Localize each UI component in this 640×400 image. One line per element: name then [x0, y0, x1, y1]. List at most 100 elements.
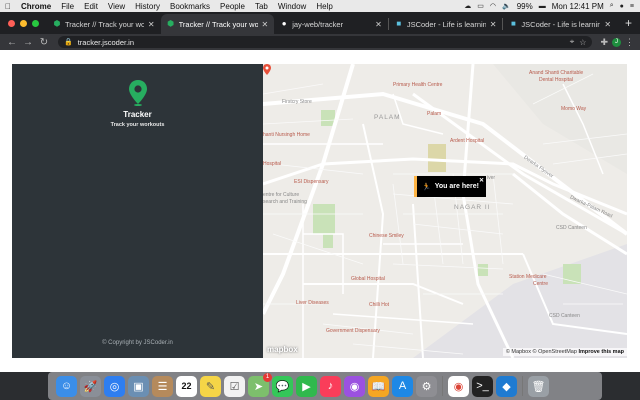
window-controls [0, 20, 47, 34]
menu-window[interactable]: Window [273, 2, 311, 11]
label-anand-shanti: Anand Shanti Charitable [529, 70, 584, 76]
close-tab-icon[interactable]: ✕ [148, 20, 155, 29]
close-tab-icon[interactable]: ✕ [490, 20, 497, 29]
tab-github[interactable]: ● jay-web/tracker ✕ [274, 14, 388, 34]
copyright-text: © Copyright by JSCoder.in [102, 340, 173, 346]
tab-jscoder-1[interactable]: ■ JSCoder - Life is learning ✕ [389, 14, 503, 34]
attribution-mapbox[interactable]: © Mapbox [506, 349, 531, 355]
launchpad-icon[interactable]: 🚀 [80, 375, 101, 397]
menu-kebab-icon[interactable]: ⋮ [625, 37, 634, 48]
runner-icon: 🏃 [422, 183, 431, 191]
lock-icon[interactable]: 🔒 [64, 38, 73, 46]
dock-separator [522, 376, 523, 396]
messages-icon[interactable]: 💬 [272, 375, 293, 397]
menu-view[interactable]: View [103, 2, 130, 11]
app-store-icon[interactable]: A [392, 375, 413, 397]
apple-menu-icon[interactable]:  [0, 2, 16, 11]
mapbox-logo[interactable]: mapbox [267, 345, 298, 354]
tab-strip: ⬢ Tracker // Track your workouts ✕ ⬢ Tra… [0, 12, 640, 34]
close-tab-icon[interactable]: ✕ [604, 20, 611, 29]
battery-level[interactable]: 99% [517, 2, 533, 11]
notes-icon[interactable]: ✎ [200, 375, 221, 397]
contacts-icon[interactable]: ☰ [152, 375, 173, 397]
podcasts-icon[interactable]: ◉ [344, 375, 365, 397]
dock-separator [442, 376, 443, 396]
battery-icon[interactable]: ▬ [539, 3, 546, 10]
back-button[interactable]: ← [6, 37, 18, 48]
label-nursing-home: hanti Nursingh Home [263, 132, 310, 138]
books-icon[interactable]: 📖 [368, 375, 389, 397]
label-hospital: Hospital [263, 161, 282, 167]
improve-map-link[interactable]: Improve this map [578, 349, 624, 355]
map-pin-icon: ⬢ [53, 19, 61, 28]
tab-jscoder-2[interactable]: ■ JSCoder - Life is learning ✕ [503, 14, 617, 34]
zoom-window-button[interactable] [32, 20, 39, 27]
web-page: Tracker Track your workouts © Copyright … [0, 50, 640, 372]
label-chilli-hot: Chilli Hot [369, 302, 390, 308]
chrome-icon[interactable]: ◉ [448, 375, 469, 397]
close-tab-icon[interactable]: ✕ [262, 20, 269, 29]
attribution-osm[interactable]: © OpenStreetMap [533, 349, 577, 355]
music-icon[interactable]: ♪ [320, 375, 341, 397]
label-chinese-smiley: Chinese Smiley [369, 233, 404, 239]
vscode-icon[interactable]: ◆ [496, 375, 517, 397]
label-firstcry-store: Firstcry Store [282, 99, 312, 105]
url-text[interactable]: tracker.jscoder.in [78, 38, 134, 47]
terminal-icon[interactable]: >_ [472, 375, 493, 397]
menu-bookmarks[interactable]: Bookmarks [165, 2, 215, 11]
map-attribution: © Mapbox © OpenStreetMap Improve this ma… [502, 348, 627, 356]
menu-edit[interactable]: Edit [79, 2, 103, 11]
trash-icon[interactable]: 🗑 [528, 375, 549, 397]
reminders-icon[interactable]: ☑ [224, 375, 245, 397]
label-river: iver [487, 175, 496, 181]
tab-tracker-2[interactable]: ⬢ Tracker // Track your workouts ✕ [160, 14, 275, 34]
github-icon: ● [281, 19, 287, 28]
system-preferences-icon[interactable]: ⚙ [416, 375, 437, 397]
search-icon[interactable]: ⌕ [610, 2, 614, 10]
popup-close-icon[interactable]: ✕ [479, 177, 484, 184]
maps-icon[interactable]: ➤ 1 [248, 372, 272, 397]
address-bar[interactable]: 🔒 tracker.jscoder.in ⌖ ☆ [58, 36, 593, 48]
menu-history[interactable]: History [130, 2, 165, 11]
safari-icon[interactable]: ◎ [104, 375, 125, 397]
cast-icon[interactable]: ▭ [477, 2, 484, 10]
menu-help[interactable]: Help [311, 2, 337, 11]
facetime-icon[interactable]: ▶ [296, 375, 317, 397]
forward-button[interactable]: → [22, 37, 34, 48]
wifi-icon[interactable]: ◠ [490, 2, 496, 10]
menu-file[interactable]: File [56, 2, 79, 11]
reload-button[interactable]: ↻ [38, 37, 50, 48]
new-tab-button[interactable]: + [617, 16, 640, 34]
close-tab-icon[interactable]: ✕ [375, 20, 382, 29]
clock[interactable]: Mon 12:41 PM [552, 2, 604, 11]
calendar-icon[interactable]: 22 [176, 375, 197, 397]
photos-preview-icon[interactable]: ▣ [128, 375, 149, 397]
menu-tab[interactable]: Tab [250, 2, 273, 11]
jscoder-icon: ■ [510, 19, 516, 28]
label-primary-health-centre: Primary Health Centre [393, 82, 443, 88]
menu-people[interactable]: People [215, 2, 250, 11]
label-dental-hospital: Dental Hospital [539, 77, 573, 83]
close-window-button[interactable] [8, 20, 15, 27]
menu-chrome[interactable]: Chrome [16, 2, 56, 11]
finder-icon[interactable]: ☺ [56, 375, 77, 397]
tab-label: JSCoder - Life is learning [521, 19, 601, 29]
location-popup[interactable]: 🏃 You are here! ✕ [414, 176, 486, 197]
cloud-icon[interactable]: ☁ [464, 2, 471, 10]
label-esi-dispensary: ESI Dispensary [294, 179, 329, 185]
location-icon[interactable]: ⌖ [570, 37, 575, 47]
profile-avatar[interactable]: J [612, 37, 621, 47]
label-global-hospital: Global Hospital [351, 276, 385, 282]
map-marker-icon[interactable] [263, 64, 271, 75]
extensions-icon[interactable]: ✚ [600, 37, 608, 48]
tab-tracker-1[interactable]: ⬢ Tracker // Track your workouts ✕ [47, 14, 161, 34]
map-view[interactable]: Primary Health Centre Anand Shanti Chari… [263, 64, 627, 358]
volume-icon[interactable]: 🔈 [502, 2, 511, 10]
siri-icon[interactable]: ● [620, 3, 624, 10]
minimize-window-button[interactable] [20, 20, 27, 27]
label-station-medicare: Station Medicare [509, 274, 547, 280]
menu-list: Chrome File Edit View History Bookmarks … [16, 2, 338, 11]
notification-center-icon[interactable]: ≡ [630, 3, 634, 10]
popup-text: You are here! [434, 183, 479, 190]
bookmark-star-icon[interactable]: ☆ [579, 38, 586, 47]
